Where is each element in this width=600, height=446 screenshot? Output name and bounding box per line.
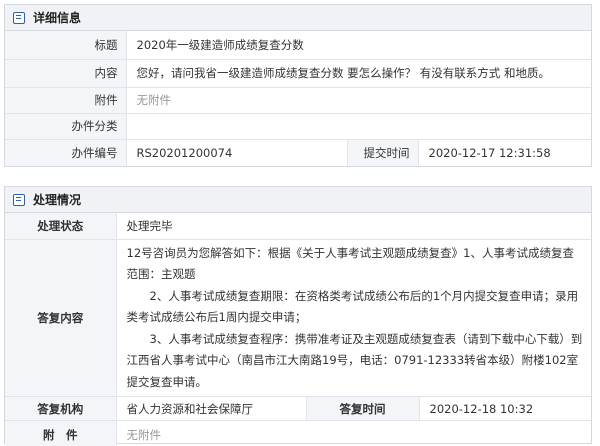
number-value: RS20201200074 bbox=[125, 138, 348, 166]
reply-time-value: 2020-12-18 10:32 bbox=[418, 396, 591, 421]
submit-time-value: 2020-12-17 12:31:58 bbox=[417, 138, 591, 166]
content-value: 您好，请问我省一级建造师成绩复查分数 要怎么操作？ 有没有联系方式 和地质。 bbox=[125, 58, 591, 88]
detail-table: 标题 2020年一级建造师成绩复查分数 内容 您好，请问我省一级建造师成绩复查分… bbox=[5, 31, 591, 166]
handling-attachment-label: 附 件 bbox=[5, 420, 117, 446]
detail-panel: 详细信息 标题 2020年一级建造师成绩复查分数 内容 您好，请问我省一级建造师… bbox=[4, 4, 592, 167]
submit-time-label: 提交时间 bbox=[346, 138, 419, 166]
category-label: 办件分类 bbox=[5, 112, 127, 140]
org-value: 省人力资源和社会保障厅 bbox=[115, 396, 307, 421]
status-label: 处理状态 bbox=[5, 213, 117, 240]
reply-row: 答复内容 12号咨询员为您解答如下：根据《关于人事考试主观题成绩复查》1、人事考… bbox=[5, 238, 591, 397]
content-label: 内容 bbox=[5, 58, 127, 88]
detail-panel-header: 详细信息 bbox=[5, 5, 591, 31]
handling-panel-title: 处理情况 bbox=[33, 193, 82, 207]
handling-attachment-value: 无附件 bbox=[115, 420, 591, 446]
number-row: 办件编号 RS20201200074 提交时间 2020-12-17 12:31… bbox=[5, 138, 591, 166]
reply-label: 答复内容 bbox=[5, 238, 117, 397]
reply-time-label: 答复时间 bbox=[305, 396, 420, 421]
reply-paragraph-3: 3、人事考试成绩复查程序：携带准考证及主观题成绩复查表（请到下载中心下载）到江西… bbox=[126, 331, 583, 389]
handling-attachment-row: 附 件 无附件 bbox=[5, 420, 591, 446]
reply-paragraph-2: 2、人事考试成绩复查期限：在资格类考试成绩公布后的1个月内提交复查申请；录用类考… bbox=[126, 288, 579, 325]
subject-row: 标题 2020年一级建造师成绩复查分数 bbox=[5, 31, 591, 60]
detail-panel-title: 详细信息 bbox=[33, 11, 82, 25]
subject-label: 标题 bbox=[5, 31, 127, 60]
list-doc-icon bbox=[13, 193, 25, 206]
number-label: 办件编号 bbox=[5, 138, 127, 166]
attachment-value: 无附件 bbox=[125, 86, 591, 114]
category-value bbox=[125, 112, 591, 140]
category-row: 办件分类 bbox=[5, 112, 591, 140]
attachment-label: 附件 bbox=[5, 86, 127, 114]
attachment-row: 附件 无附件 bbox=[5, 86, 591, 114]
status-row: 处理状态 处理完毕 bbox=[5, 213, 591, 240]
org-label: 答复机构 bbox=[5, 396, 117, 421]
content-row: 内容 您好，请问我省一级建造师成绩复查分数 要怎么操作？ 有没有联系方式 和地质… bbox=[5, 58, 591, 88]
handling-table: 处理状态 处理完毕 答复内容 12号咨询员为您解答如下：根据《关于人事考试主观题… bbox=[5, 213, 591, 446]
org-row: 答复机构 省人力资源和社会保障厅 答复时间 2020-12-18 10:32 bbox=[5, 396, 591, 421]
subject-value: 2020年一级建造师成绩复查分数 bbox=[125, 31, 591, 60]
reply-paragraph-1: 12号咨询员为您解答如下：根据《关于人事考试主观题成绩复查》1、人事考试成绩复查… bbox=[126, 245, 574, 282]
reply-content: 12号咨询员为您解答如下：根据《关于人事考试主观题成绩复查》1、人事考试成绩复查… bbox=[115, 238, 591, 397]
list-doc-icon bbox=[13, 11, 25, 24]
handling-panel: 处理情况 处理状态 处理完毕 答复内容 12号咨询员为您解答如下：根据《关于人事… bbox=[4, 186, 592, 446]
handling-panel-header: 处理情况 bbox=[5, 187, 591, 213]
status-value: 处理完毕 bbox=[115, 213, 591, 240]
